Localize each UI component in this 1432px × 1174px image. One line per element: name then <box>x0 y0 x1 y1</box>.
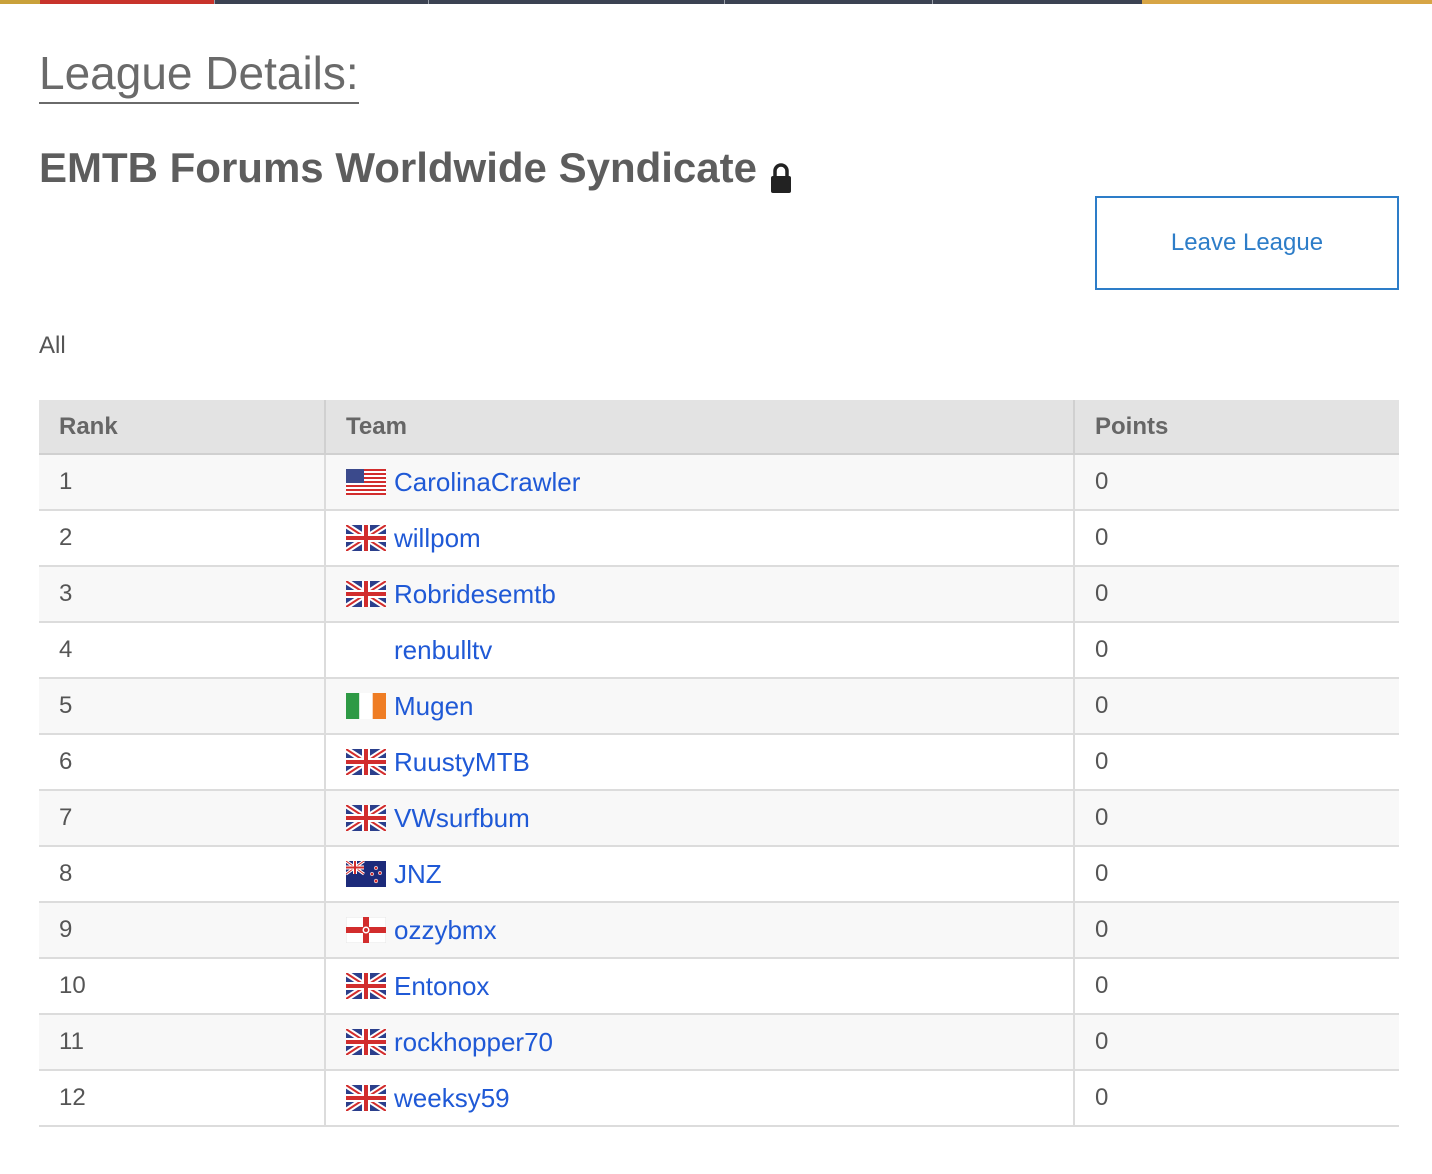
team-cell: renbulltv <box>324 622 1074 679</box>
standings-body: 1 CarolinaCrawler 0 2 willpom 0 3 Robridesem… <box>39 454 1399 1127</box>
table-header-row: Rank Team Points <box>39 400 1399 455</box>
points-cell: 0 <box>1073 622 1399 679</box>
table-row: 6 RuustyMTB 0 <box>39 734 1399 791</box>
uk-flag-icon <box>346 1029 386 1055</box>
top-nav-strip <box>0 0 1432 4</box>
lock-icon <box>769 154 793 193</box>
team-link[interactable]: rockhopper70 <box>394 1027 553 1058</box>
page-title: League Details: <box>39 46 359 104</box>
ireland-flag-icon <box>346 693 386 719</box>
table-row: 9 ozzybmx 0 <box>39 902 1399 959</box>
team-link[interactable]: weeksy59 <box>394 1083 510 1114</box>
table-row: 2 willpom 0 <box>39 510 1399 567</box>
rank-cell: 7 <box>39 790 325 847</box>
team-cell: willpom <box>324 510 1074 567</box>
rank-cell: 9 <box>39 902 325 959</box>
table-row: 11 rockhopper70 0 <box>39 1014 1399 1071</box>
points-cell: 0 <box>1073 790 1399 847</box>
team-cell: weeksy59 <box>324 1070 1074 1127</box>
points-cell: 0 <box>1073 734 1399 791</box>
team-link[interactable]: renbulltv <box>394 635 492 666</box>
team-cell: rockhopper70 <box>324 1014 1074 1071</box>
flag-placeholder <box>346 637 386 663</box>
us-flag-icon <box>346 469 386 495</box>
points-cell: 0 <box>1073 1070 1399 1127</box>
rank-cell: 2 <box>39 510 325 567</box>
rank-cell: 3 <box>39 566 325 623</box>
team-cell: CarolinaCrawler <box>324 454 1074 511</box>
league-name-heading: EMTB Forums Worldwide Syndicate <box>39 142 793 194</box>
team-cell: Mugen <box>324 678 1074 735</box>
points-column-header: Points <box>1073 400 1399 455</box>
table-row: 5 Mugen 0 <box>39 678 1399 735</box>
table-row: 8 JNZ 0 <box>39 846 1399 903</box>
team-cell: VWsurfbum <box>324 790 1074 847</box>
team-cell: ozzybmx <box>324 902 1074 959</box>
table-row: 1 CarolinaCrawler 0 <box>39 454 1399 511</box>
team-link[interactable]: willpom <box>394 523 481 554</box>
rank-cell: 12 <box>39 1070 325 1127</box>
team-link[interactable]: VWsurfbum <box>394 803 530 834</box>
team-link[interactable]: ozzybmx <box>394 915 497 946</box>
rank-column-header: Rank <box>39 400 325 455</box>
new-zealand-flag-icon <box>346 861 386 887</box>
team-link[interactable]: Mugen <box>394 691 474 722</box>
uk-flag-icon <box>346 525 386 551</box>
rank-cell: 10 <box>39 958 325 1015</box>
team-link[interactable]: CarolinaCrawler <box>394 467 580 498</box>
points-cell: 0 <box>1073 958 1399 1015</box>
points-cell: 0 <box>1073 510 1399 567</box>
nav-strip-segment <box>1142 0 1432 4</box>
points-cell: 0 <box>1073 678 1399 735</box>
points-cell: 0 <box>1073 566 1399 623</box>
northern-ireland-flag-icon <box>346 917 386 943</box>
rank-cell: 11 <box>39 1014 325 1071</box>
points-cell: 0 <box>1073 1014 1399 1071</box>
team-link[interactable]: Entonox <box>394 971 489 1002</box>
rank-cell: 1 <box>39 454 325 511</box>
team-link[interactable]: Robridesemtb <box>394 579 556 610</box>
nav-strip-segment <box>214 0 428 4</box>
rank-cell: 5 <box>39 678 325 735</box>
team-link[interactable]: JNZ <box>394 859 442 890</box>
nav-strip-segment <box>932 0 1142 4</box>
table-row: 12 weeksy59 0 <box>39 1070 1399 1127</box>
table-row: 3 Robridesemtb 0 <box>39 566 1399 623</box>
uk-flag-icon <box>346 805 386 831</box>
rank-cell: 6 <box>39 734 325 791</box>
uk-flag-icon <box>346 749 386 775</box>
team-column-header: Team <box>324 400 1074 455</box>
team-cell: Robridesemtb <box>324 566 1074 623</box>
uk-flag-icon <box>346 1085 386 1111</box>
points-cell: 0 <box>1073 846 1399 903</box>
points-cell: 0 <box>1073 902 1399 959</box>
team-link[interactable]: RuustyMTB <box>394 747 530 778</box>
points-cell: 0 <box>1073 454 1399 511</box>
table-row: 4 renbulltv 0 <box>39 622 1399 679</box>
nav-strip-segment <box>0 0 40 4</box>
table-row: 10 Entonox 0 <box>39 958 1399 1015</box>
leave-league-button[interactable]: Leave League <box>1095 196 1399 290</box>
rank-cell: 4 <box>39 622 325 679</box>
league-standings-table: Rank Team Points 1 CarolinaCrawler 0 2 wil… <box>39 400 1399 1127</box>
team-cell: JNZ <box>324 846 1074 903</box>
rank-cell: 8 <box>39 846 325 903</box>
uk-flag-icon <box>346 581 386 607</box>
nav-strip-segment <box>724 0 932 4</box>
filter-label: All <box>39 332 66 359</box>
team-cell: RuustyMTB <box>324 734 1074 791</box>
table-row: 7 VWsurfbum 0 <box>39 790 1399 847</box>
league-name: EMTB Forums Worldwide Syndicate <box>39 144 757 191</box>
nav-strip-segment <box>428 0 724 4</box>
uk-flag-icon <box>346 973 386 999</box>
team-cell: Entonox <box>324 958 1074 1015</box>
nav-strip-segment-active <box>40 0 214 4</box>
